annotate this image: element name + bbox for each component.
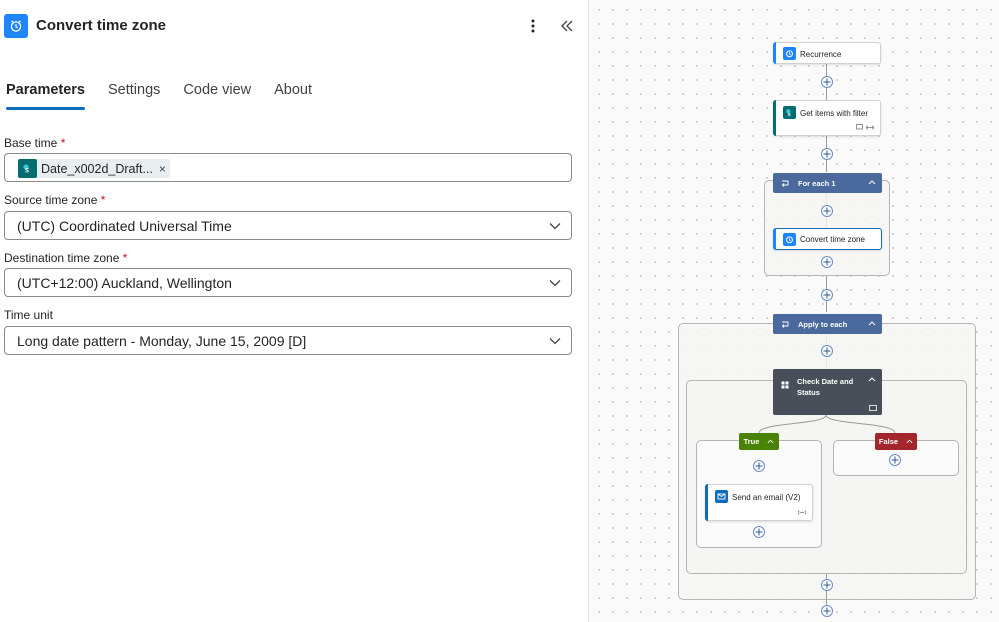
- chevron-up-icon: [767, 439, 774, 444]
- time-unit-label: Time unit: [4, 308, 53, 322]
- destination-time-zone-value: (UTC+12:00) Auckland, Wellington: [17, 275, 232, 291]
- send-email-label: Send an email (V2): [732, 493, 801, 502]
- false-branch-label: False: [878, 437, 899, 446]
- panel-title: Convert time zone: [36, 17, 167, 34]
- add-step-button[interactable]: [889, 454, 901, 466]
- base-time-label: Base time *: [4, 136, 66, 150]
- svg-text:S: S: [25, 169, 29, 175]
- link-icon: [798, 510, 806, 515]
- add-step-button[interactable]: [821, 605, 833, 617]
- chevron-down-icon: [549, 338, 561, 345]
- chevron-down-icon: [549, 223, 561, 230]
- collapse-panel-button[interactable]: [557, 14, 577, 38]
- token-label: Date_x002d_Draft...: [41, 161, 153, 176]
- more-options-button[interactable]: [524, 14, 542, 38]
- add-step-button[interactable]: [753, 526, 765, 538]
- more-vertical-icon: [531, 19, 535, 33]
- sharepoint-icon: S: [18, 159, 37, 178]
- destination-time-zone-dropdown[interactable]: (UTC+12:00) Auckland, Wellington: [4, 268, 572, 297]
- double-chevron-left-icon: [561, 20, 573, 32]
- tab-about[interactable]: About: [274, 80, 312, 110]
- plus-icon: [823, 581, 831, 589]
- flow-designer-canvas[interactable]: Recurrence S Get items with filter For e…: [588, 0, 999, 622]
- plus-icon: [891, 456, 899, 464]
- source-time-zone-label: Source time zone *: [4, 193, 106, 207]
- plus-icon: [823, 607, 831, 615]
- true-branch-header[interactable]: True: [739, 433, 779, 450]
- chevron-down-icon: [549, 280, 561, 287]
- add-step-button[interactable]: [821, 579, 833, 591]
- source-time-zone-dropdown[interactable]: (UTC) Coordinated Universal Time: [4, 211, 572, 240]
- remove-token-button[interactable]: ×: [159, 162, 166, 176]
- action-details-panel: Convert time zone Parameters Settings Co…: [0, 0, 588, 622]
- plus-icon: [755, 528, 763, 536]
- time-unit-dropdown[interactable]: Long date pattern - Monday, June 15, 200…: [4, 326, 572, 355]
- true-branch-label: True: [743, 437, 760, 446]
- alarm-clock-icon: [4, 14, 28, 38]
- time-unit-value: Long date pattern - Monday, June 15, 200…: [17, 333, 307, 349]
- source-time-zone-value: (UTC) Coordinated Universal Time: [17, 218, 232, 234]
- tab-settings[interactable]: Settings: [108, 80, 160, 110]
- tab-code-view[interactable]: Code view: [183, 80, 251, 110]
- tab-parameters[interactable]: Parameters: [6, 80, 85, 110]
- base-time-input[interactable]: S Date_x002d_Draft... ×: [4, 153, 572, 182]
- false-branch-header[interactable]: False: [875, 433, 917, 450]
- add-step-button[interactable]: [753, 460, 765, 472]
- destination-time-zone-label: Destination time zone *: [4, 251, 128, 265]
- panel-tabs: Parameters Settings Code view About: [0, 80, 312, 112]
- dynamic-content-token[interactable]: S Date_x002d_Draft... ×: [18, 159, 170, 178]
- outlook-icon: [715, 490, 728, 503]
- plus-icon: [755, 462, 763, 470]
- send-email-action-card[interactable]: Send an email (V2): [705, 484, 813, 521]
- chevron-up-icon: [906, 439, 913, 444]
